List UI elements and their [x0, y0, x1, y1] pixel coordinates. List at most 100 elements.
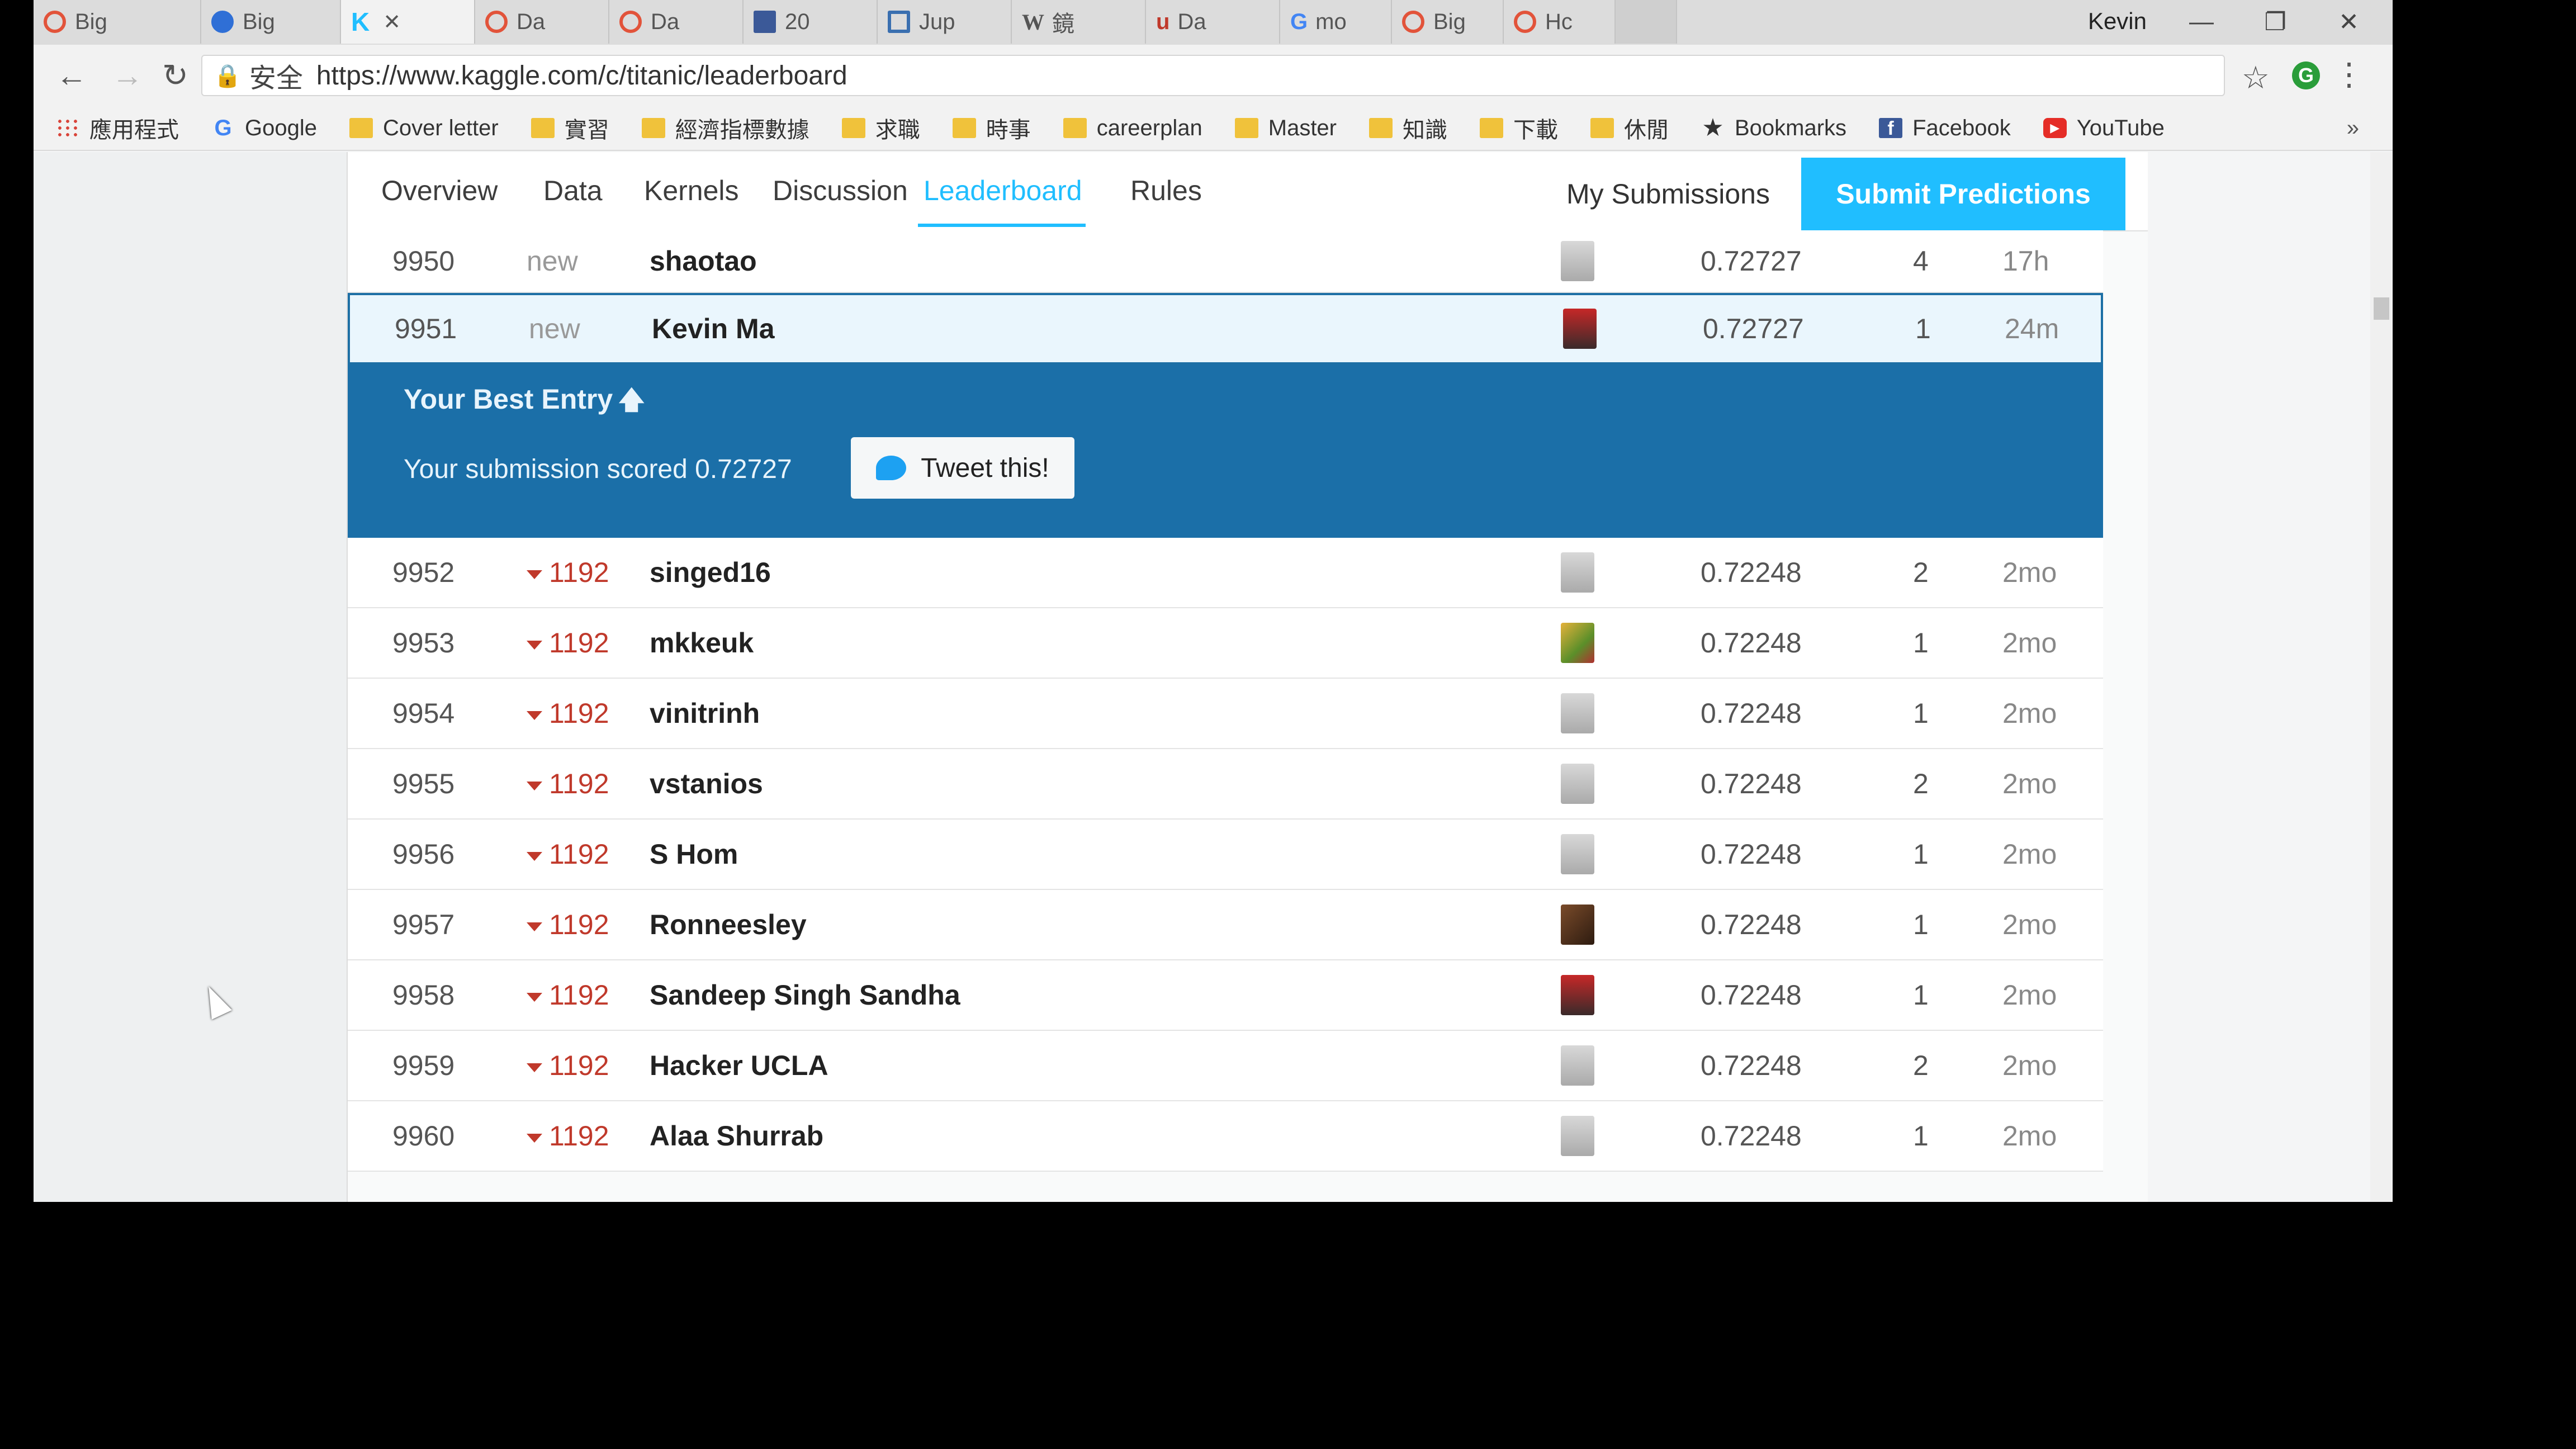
- team-name[interactable]: S Hom: [650, 838, 738, 870]
- kaggle-favicon-icon: K: [351, 7, 370, 36]
- chrome-menu-icon[interactable]: ⋮: [2333, 56, 2365, 93]
- browser-tab[interactable]: Big: [1392, 0, 1504, 44]
- bookmark-label: 下載: [1513, 118, 1558, 143]
- bookmark-folder[interactable]: Master: [1234, 116, 1337, 141]
- table-row[interactable]: 9960 1192 Alaa Shurrab 0.72248 1 2mo: [348, 1101, 2103, 1172]
- bookmark-label: 求職: [875, 118, 920, 143]
- bookmark-folder[interactable]: 時事: [952, 112, 1031, 144]
- table-row[interactable]: 9959 1192 Hacker UCLA 0.72248 2 2mo: [348, 1031, 2103, 1101]
- browser-tab[interactable]: G mo: [1280, 0, 1392, 44]
- bookmark-folder[interactable]: 實習: [531, 112, 609, 144]
- table-row[interactable]: 9957 1192 Ronneesley 0.72248 1 2mo: [348, 890, 2103, 960]
- team-name[interactable]: Alaa Shurrab: [650, 1120, 823, 1152]
- avatar[interactable]: [1561, 764, 1594, 804]
- tweet-this-button[interactable]: Tweet this!: [851, 437, 1074, 499]
- tab-leaderboard[interactable]: Leaderboard: [924, 174, 1082, 207]
- team-name[interactable]: Kevin Ma: [652, 312, 775, 345]
- browser-tab[interactable]: Jup: [878, 0, 1012, 44]
- team-name[interactable]: shaotao: [650, 245, 757, 277]
- tab-overview[interactable]: Overview: [381, 174, 498, 207]
- bookmark-folder[interactable]: 休閒: [1590, 112, 1669, 144]
- my-submissions-link[interactable]: My Submissions: [1566, 178, 1770, 210]
- bookmark-google[interactable]: G Google: [211, 116, 317, 141]
- avatar[interactable]: [1561, 1116, 1594, 1156]
- tab-discussion[interactable]: Discussion: [773, 174, 908, 207]
- tab-rules[interactable]: Rules: [1130, 174, 1202, 207]
- bookmark-youtube[interactable]: ▶ YouTube: [2043, 116, 2165, 141]
- entries: 2: [1913, 1050, 1929, 1081]
- avatar[interactable]: [1561, 905, 1594, 945]
- bookmark-folder[interactable]: 下載: [1480, 112, 1558, 144]
- team-name[interactable]: Hacker UCLA: [650, 1049, 828, 1082]
- table-row[interactable]: 9954 1192 vinitrinh 0.72248 1 2mo: [348, 679, 2103, 749]
- grammarly-extension-icon[interactable]: G: [2292, 61, 2320, 89]
- tab-kernels[interactable]: Kernels: [644, 174, 739, 207]
- avatar[interactable]: [1561, 552, 1594, 593]
- bookmark-folder[interactable]: careerplan: [1063, 116, 1202, 141]
- bookmark-apps[interactable]: 應用程式: [56, 112, 179, 144]
- team-name[interactable]: Sandeep Singh Sandha: [650, 979, 960, 1011]
- triangle-down-icon: [527, 711, 542, 720]
- submit-predictions-button[interactable]: Submit Predictions: [1801, 158, 2125, 230]
- restore-icon[interactable]: ❐: [2265, 8, 2286, 36]
- new-tab-button[interactable]: [1616, 0, 1677, 44]
- team-name[interactable]: Ronneesley: [650, 908, 807, 941]
- team-name[interactable]: singed16: [650, 556, 771, 589]
- bookmark-folder[interactable]: 知識: [1369, 112, 1447, 144]
- address-bar[interactable]: 🔒 安全 https://www.kaggle.com/c/titanic/le…: [201, 55, 2225, 96]
- table-row[interactable]: 9953 1192 mkkeuk 0.72248 1 2mo: [348, 608, 2103, 679]
- browser-tab[interactable]: Da: [609, 0, 744, 44]
- last-submission: 2mo: [2002, 979, 2057, 1011]
- last-submission: 2mo: [2002, 909, 2057, 940]
- profile-name[interactable]: Kevin: [2088, 8, 2147, 35]
- avatar[interactable]: [1563, 309, 1597, 349]
- avatar[interactable]: [1561, 1045, 1594, 1086]
- back-icon[interactable]: ←: [56, 57, 87, 93]
- browser-tab[interactable]: Da: [475, 0, 609, 44]
- avatar[interactable]: [1561, 834, 1594, 874]
- bookmark-folder[interactable]: 求職: [841, 112, 920, 144]
- team-name[interactable]: vstanios: [650, 768, 763, 800]
- browser-tab[interactable]: u Da: [1146, 0, 1280, 44]
- bookmark-facebook[interactable]: f Facebook: [1879, 116, 2011, 141]
- facebook-favicon-icon: [754, 11, 776, 33]
- bookmark-folder[interactable]: 經濟指標數據: [641, 112, 809, 144]
- last-submission: 17h: [2002, 245, 2049, 277]
- table-row[interactable]: 9950 new shaotao 0.72727 4 17h: [348, 230, 2103, 293]
- reload-icon[interactable]: ↻: [162, 57, 188, 94]
- table-row[interactable]: 9955 1192 vstanios 0.72248 2 2mo: [348, 749, 2103, 820]
- entries: 1: [1915, 313, 1931, 344]
- browser-tab[interactable]: Hc: [1504, 0, 1616, 44]
- browser-tab[interactable]: 20: [744, 0, 878, 44]
- browser-tab[interactable]: Big: [34, 0, 201, 44]
- team-name[interactable]: vinitrinh: [650, 697, 760, 730]
- page-scrollbar[interactable]: [2370, 152, 2393, 1202]
- avatar[interactable]: [1561, 623, 1594, 663]
- team-name[interactable]: mkkeuk: [650, 627, 754, 659]
- avatar[interactable]: [1561, 241, 1594, 281]
- browser-tab[interactable]: W 鏡: [1012, 0, 1146, 44]
- bookmark-bookmarks[interactable]: ★ Bookmarks: [1701, 116, 1846, 141]
- bookmark-star-icon[interactable]: ☆: [2242, 59, 2270, 96]
- last-submission: 2mo: [2002, 627, 2057, 659]
- tab-data[interactable]: Data: [543, 174, 603, 207]
- table-row[interactable]: 9956 1192 S Hom 0.72248 1 2mo: [348, 820, 2103, 890]
- url-text[interactable]: https://www.kaggle.com/c/titanic/leaderb…: [316, 60, 847, 91]
- scrollbar-thumb[interactable]: [2374, 297, 2389, 320]
- close-tab-icon[interactable]: ✕: [383, 10, 401, 35]
- more-bookmarks-icon[interactable]: »: [2347, 116, 2359, 141]
- table-row[interactable]: 9952 1192 singed16 0.72248 2 2mo: [348, 538, 2103, 608]
- browser-tab-active[interactable]: K ✕: [341, 0, 475, 44]
- table-row[interactable]: 9958 1192 Sandeep Singh Sandha 0.72248 1…: [348, 960, 2103, 1031]
- rank: 9960: [392, 1120, 455, 1152]
- bookmark-folder[interactable]: Cover letter: [349, 116, 499, 141]
- avatar[interactable]: [1561, 975, 1594, 1015]
- close-window-icon[interactable]: ✕: [2338, 8, 2359, 36]
- minimize-icon[interactable]: —: [2189, 8, 2214, 36]
- avatar[interactable]: [1561, 693, 1594, 733]
- rank-change-value: 1192: [549, 909, 609, 940]
- google-icon: G: [214, 116, 232, 140]
- forward-icon[interactable]: →: [112, 57, 143, 93]
- browser-tab[interactable]: Big: [201, 0, 341, 44]
- my-table-row[interactable]: 9951 new Kevin Ma 0.72727 1 24m: [348, 293, 2103, 364]
